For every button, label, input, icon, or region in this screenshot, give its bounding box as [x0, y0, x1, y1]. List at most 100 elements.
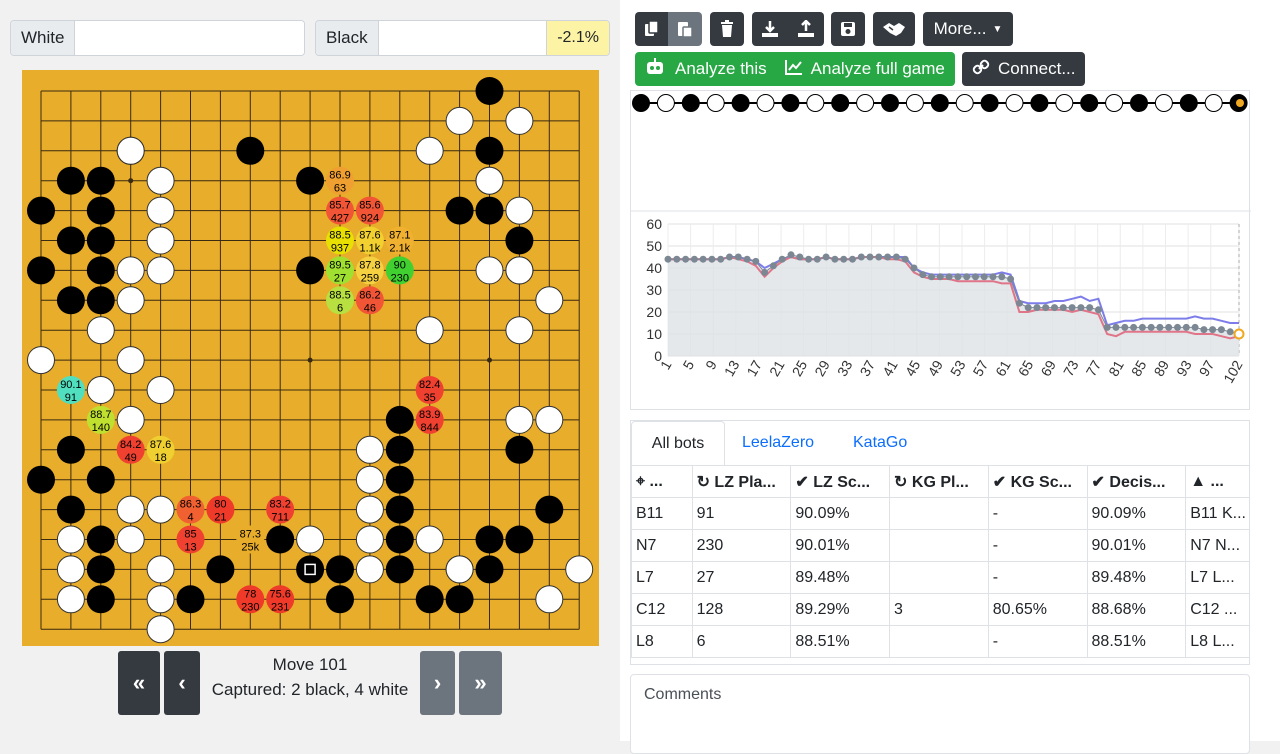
black-stone[interactable] [86, 286, 115, 315]
strip-black-stone[interactable] [1179, 94, 1198, 112]
black-stone[interactable] [296, 256, 325, 285]
white-stone[interactable] [505, 106, 534, 135]
white-stone[interactable] [116, 525, 145, 554]
strip-black-stone[interactable] [731, 94, 750, 112]
black-stone[interactable] [475, 525, 504, 554]
col-lz-score[interactable]: ✔ LZ Sc... [790, 465, 891, 498]
strip-black-stone[interactable] [831, 94, 850, 112]
table-row[interactable]: C12 128 89.29% 3 80.65% 88.68% C12 ... [631, 593, 1249, 626]
white-stone[interactable] [146, 226, 175, 255]
white-stone[interactable] [505, 196, 534, 225]
move-suggestion[interactable]: 83.2711 [266, 495, 295, 524]
strip-white-stone[interactable] [905, 94, 924, 112]
last-move-button[interactable]: » [459, 651, 502, 715]
upload-button[interactable] [788, 12, 824, 46]
move-suggestion[interactable]: 86.963 [326, 166, 354, 195]
connect-button[interactable]: Connect... [962, 52, 1085, 86]
col-lz-playouts[interactable]: ↻ LZ Pla... [691, 465, 792, 498]
black-stone[interactable] [385, 525, 414, 554]
black-stone[interactable] [385, 495, 414, 524]
go-board[interactable]: 86.9 63 85.7 427 85.6 924 88.5 937 87.6 1.1k 87.1 2… [22, 70, 599, 646]
handshake-button[interactable] [873, 12, 915, 46]
white-stone[interactable] [116, 405, 145, 434]
black-stone[interactable] [86, 465, 115, 494]
strip-white-stone[interactable] [1055, 94, 1074, 112]
download-button[interactable] [752, 12, 788, 46]
strip-black-stone[interactable] [781, 94, 800, 112]
black-stone[interactable] [56, 286, 85, 315]
move-suggestion[interactable]: 8021 [206, 495, 235, 524]
last-move-stone[interactable] [296, 555, 325, 584]
strip-black-stone[interactable] [1130, 94, 1148, 112]
tab-katago[interactable]: KataGo [853, 421, 907, 465]
move-suggestion[interactable]: 88.7140 [86, 405, 115, 434]
analyze-this-button[interactable]: Analyze this [675, 59, 767, 79]
white-stone[interactable] [505, 405, 534, 434]
white-stone[interactable] [27, 346, 55, 375]
white-stone[interactable] [535, 286, 564, 315]
strip-white-stone[interactable] [806, 94, 825, 112]
move-suggestion[interactable]: 87.8259 [355, 256, 384, 285]
tab-leelazero[interactable]: LeelaZero [742, 421, 814, 465]
col-move[interactable]: ⌖ ... [631, 465, 693, 498]
black-stone[interactable] [505, 525, 534, 554]
move-suggestion[interactable]: 82.435 [415, 376, 444, 404]
white-stone[interactable] [116, 346, 145, 375]
white-stone[interactable] [355, 465, 384, 494]
strip-black-stone[interactable] [1080, 94, 1099, 112]
move-suggestion[interactable]: 78230 [236, 585, 265, 614]
table-row[interactable]: L8 6 88.51% -88.51% L8 L... [631, 625, 1249, 658]
col-kg-playouts[interactable]: ↻ KG Pl... [889, 465, 989, 498]
black-stone[interactable] [475, 77, 504, 105]
black-stone[interactable] [27, 465, 55, 494]
white-stone[interactable] [535, 405, 564, 434]
strip-black-stone[interactable] [881, 94, 899, 112]
table-row[interactable]: L7 27 89.48% -89.48% L7 L... [631, 561, 1249, 594]
copy-button[interactable] [635, 12, 668, 46]
white-stone[interactable] [475, 256, 504, 285]
white-stone[interactable] [146, 615, 175, 644]
move-suggestion[interactable]: 90.191 [56, 376, 85, 404]
white-stone[interactable] [146, 196, 175, 225]
comments-box[interactable]: Comments [630, 674, 1250, 754]
black-stone[interactable] [56, 226, 85, 255]
white-stone[interactable] [56, 525, 85, 554]
black-stone[interactable] [445, 196, 474, 225]
paste-button[interactable] [668, 12, 702, 46]
white-stone[interactable] [535, 585, 564, 614]
white-stone[interactable] [415, 136, 444, 165]
strip-white-stone[interactable] [856, 94, 875, 112]
black-stone[interactable] [385, 555, 414, 584]
black-stone[interactable] [475, 555, 504, 584]
white-stone[interactable] [296, 525, 325, 554]
white-stone[interactable] [505, 256, 534, 285]
strip-white-stone[interactable] [1105, 94, 1124, 112]
white-stone[interactable] [146, 376, 175, 404]
black-stone[interactable] [27, 256, 55, 285]
black-stone[interactable] [326, 555, 354, 584]
black-stone[interactable] [86, 525, 115, 554]
white-stone[interactable] [415, 316, 444, 345]
move-suggestion[interactable]: 88.5937 [326, 226, 354, 255]
black-stone[interactable] [385, 435, 414, 464]
white-stone[interactable] [445, 106, 474, 135]
strip-black-stone[interactable] [1030, 94, 1049, 112]
table-row[interactable]: N7 230 90.01% -90.01% N7 N... [631, 529, 1249, 562]
col-kg-score[interactable]: ✔ KG Sc... [987, 465, 1088, 498]
black-stone[interactable] [385, 405, 414, 434]
move-suggestion[interactable]: 85.6924 [355, 196, 384, 225]
black-stone[interactable] [445, 585, 474, 614]
move-suggestion[interactable]: 89.527 [326, 256, 354, 285]
white-stone[interactable] [355, 555, 384, 584]
winrate-graph-panel[interactable]: 60 50 40 30 20 10 0 1 5 9 13 17 21 25 29 33 37 41 45 49 53 57… [630, 90, 1251, 410]
strip-black-stone[interactable] [980, 94, 999, 112]
black-name-input[interactable] [378, 21, 547, 55]
move-suggestion[interactable]: 86.246 [355, 286, 384, 315]
white-stone[interactable] [355, 435, 384, 464]
black-stone[interactable] [86, 585, 115, 614]
white-stone[interactable] [146, 256, 175, 285]
black-stone[interactable] [56, 495, 85, 524]
strip-white-stone[interactable] [1204, 94, 1223, 112]
black-stone[interactable] [475, 196, 504, 225]
white-stone[interactable] [116, 286, 145, 315]
